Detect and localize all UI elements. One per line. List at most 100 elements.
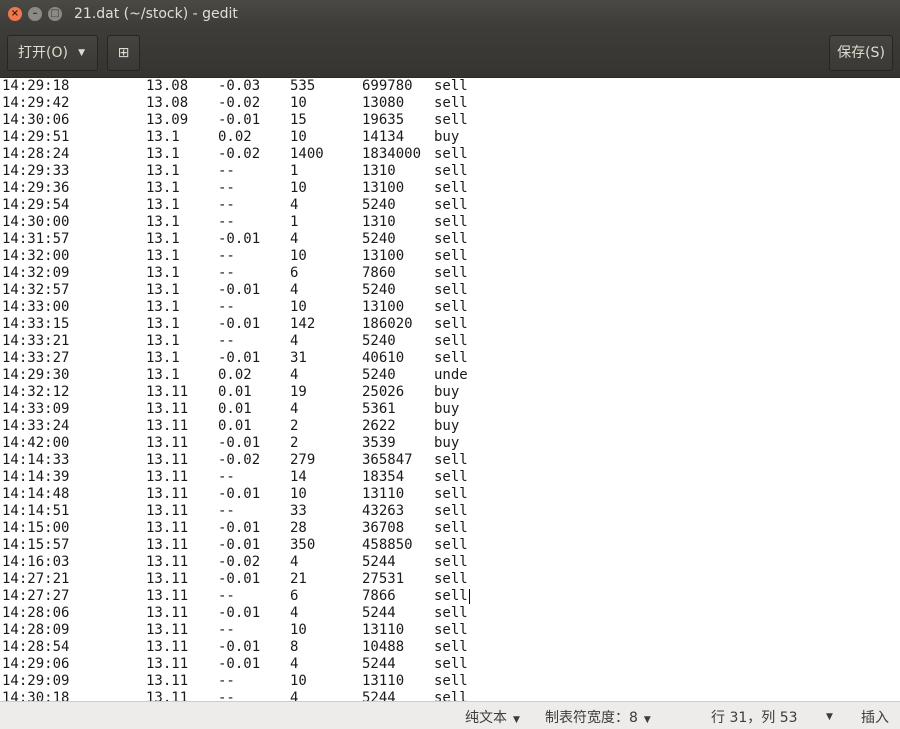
text-field: 14134 <box>362 129 405 145</box>
text-field: 19635 <box>362 112 405 128</box>
text-field: 13.1 <box>146 214 180 230</box>
insert-mode-indicator[interactable]: 插入 <box>861 707 889 727</box>
text-field: sell <box>434 180 468 196</box>
text-field: 14:29:51 <box>2 129 70 145</box>
text-field: 13.11 <box>146 622 189 638</box>
text-field: 13100 <box>362 299 405 315</box>
text-field: 13.1 <box>146 197 180 213</box>
tab-width-selector[interactable]: 制表符宽度：8 ▼ <box>545 707 651 727</box>
text-field: 5240 <box>362 231 396 247</box>
text-field: 4 <box>290 656 299 672</box>
text-field: 0.01 <box>218 418 252 434</box>
text-field: sell <box>434 605 468 621</box>
text-field: 13.1 <box>146 265 180 281</box>
chevron-down-icon: ▼ <box>78 48 85 58</box>
language-selector[interactable]: 纯文本 ▼ <box>465 707 520 727</box>
text-field: 14:14:48 <box>2 486 70 502</box>
text-field: 14:30:18 <box>2 690 70 701</box>
text-editor-area[interactable]: 14:29:18 13.08 -0.03 535 699780 sell 14:29:42 1… <box>0 78 900 701</box>
text-field: 13110 <box>362 622 405 638</box>
text-field: 365847 <box>362 452 413 468</box>
text-line: 14:29:33 13.1 -- 1 1310 sell <box>0 163 900 180</box>
text-field: 1310 <box>362 214 396 230</box>
text-field: -0.01 <box>218 486 261 502</box>
text-line: 14:28:09 13.11 -- 10 13110 sell <box>0 622 900 639</box>
text-field: 14:29:33 <box>2 163 70 179</box>
open-button-label: 打开(O) <box>18 45 68 61</box>
text-field: 2 <box>290 435 299 451</box>
text-field: 13.11 <box>146 571 189 587</box>
text-line: 14:29:36 13.1 -- 10 13100 sell <box>0 180 900 197</box>
text-field: 5240 <box>362 333 396 349</box>
text-field: 0.02 <box>218 129 252 145</box>
text-field: 28 <box>290 520 307 536</box>
text-field: 13110 <box>362 486 405 502</box>
text-field: 5240 <box>362 367 396 383</box>
text-field: 13.11 <box>146 605 189 621</box>
text-field: 13100 <box>362 248 405 264</box>
text-field: 1834000 <box>362 146 422 162</box>
text-field: 13.11 <box>146 639 189 655</box>
text-field: 350 <box>290 537 316 553</box>
text-line: 14:42:00 13.11 -0.01 2 3539 buy <box>0 435 900 452</box>
new-document-icon: ⊞ <box>117 45 130 61</box>
text-field: 14:31:57 <box>2 231 70 247</box>
text-field: sell <box>434 163 468 179</box>
text-field: sell <box>434 231 468 247</box>
text-field: 31 <box>290 350 307 366</box>
status-bar: 纯文本 ▼ 制表符宽度：8 ▼ 行 31，列 53 ▼ 插入 <box>0 701 900 729</box>
text-field: -0.01 <box>218 316 261 332</box>
text-field: 10 <box>290 129 307 145</box>
save-button[interactable]: 保存(S) <box>829 35 893 71</box>
text-field: 10 <box>290 248 307 264</box>
text-field: buy <box>434 401 460 417</box>
text-field: -0.01 <box>218 231 261 247</box>
text-field: 13110 <box>362 673 405 689</box>
text-field: sell <box>434 588 468 604</box>
text-line: 14:28:24 13.1 -0.02 1400 1834000 sell <box>0 146 900 163</box>
text-line: 14:28:06 13.11 -0.01 4 5244 sell <box>0 605 900 622</box>
text-field: 14:32:00 <box>2 248 70 264</box>
text-line: 14:33:27 13.1 -0.01 31 40610 sell <box>0 350 900 367</box>
text-field: 4 <box>290 333 299 349</box>
text-field: sell <box>434 673 468 689</box>
cursor-position[interactable]: 行 31，列 53 <box>711 707 798 727</box>
minimize-icon[interactable]: – <box>28 7 42 21</box>
text-field: 14:33:27 <box>2 350 70 366</box>
text-field: 14:32:12 <box>2 384 70 400</box>
text-field: -0.02 <box>218 452 261 468</box>
text-field: -- <box>218 622 235 638</box>
text-field: 4 <box>290 231 299 247</box>
text-field: -- <box>218 673 235 689</box>
text-field: 13.08 <box>146 78 189 94</box>
text-field: 5244 <box>362 554 396 570</box>
text-field: -0.02 <box>218 95 261 111</box>
text-field: 13.11 <box>146 384 189 400</box>
new-tab-button[interactable]: ⊞ <box>107 35 140 71</box>
maximize-icon[interactable]: □ <box>48 7 62 21</box>
text-field: sell <box>434 350 468 366</box>
open-button[interactable]: 打开(O) ▼ <box>7 35 98 71</box>
position-dropdown[interactable]: ▼ <box>826 707 833 723</box>
text-field: 13.11 <box>146 435 189 451</box>
text-field: -0.02 <box>218 554 261 570</box>
text-line: 14:30:18 13.11 -- 4 5244 sell <box>0 690 900 701</box>
text-field: 2 <box>290 418 299 434</box>
text-field: 14:27:21 <box>2 571 70 587</box>
text-field: 13.1 <box>146 129 180 145</box>
text-line: 14:32:57 13.1 -0.01 4 5240 sell <box>0 282 900 299</box>
text-field: -0.01 <box>218 605 261 621</box>
text-field: 3539 <box>362 435 396 451</box>
text-field: 4 <box>290 401 299 417</box>
text-line: 14:29:42 13.08 -0.02 10 13080 sell <box>0 95 900 112</box>
close-icon[interactable]: × <box>8 7 22 21</box>
text-line: 14:33:09 13.11 0.01 4 5361 buy <box>0 401 900 418</box>
text-field: 10 <box>290 299 307 315</box>
text-line: 14:33:21 13.1 -- 4 5240 sell <box>0 333 900 350</box>
text-field: 8 <box>290 639 299 655</box>
text-field: sell <box>434 452 468 468</box>
text-field: 14:29:06 <box>2 656 70 672</box>
text-line: 14:27:27 13.11 -- 6 7866 sell <box>0 588 900 605</box>
text-field: 14:28:24 <box>2 146 70 162</box>
text-line: 14:30:00 13.1 -- 1 1310 sell <box>0 214 900 231</box>
